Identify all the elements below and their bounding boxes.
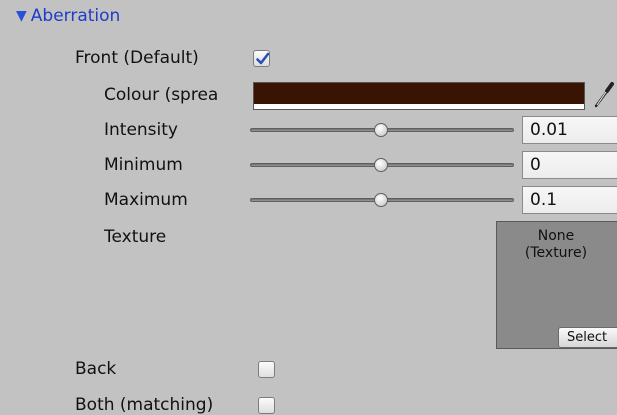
inspector-panel: ▼ Aberration Front (Default) Colour (spr… <box>0 0 617 415</box>
maximum-slider-thumb[interactable] <box>374 193 388 207</box>
section-title: Aberration <box>30 6 121 26</box>
back-label: Back <box>75 359 117 379</box>
aberration-foldout[interactable]: ▼ Aberration <box>16 6 120 26</box>
texture-select-button[interactable]: Select <box>558 327 617 348</box>
both-matching-checkbox[interactable] <box>258 397 275 414</box>
both-matching-label: Both (matching) <box>75 395 214 415</box>
foldout-triangle-icon[interactable]: ▼ <box>16 8 27 24</box>
back-checkbox[interactable] <box>258 361 275 378</box>
eyedropper-icon[interactable] <box>592 80 617 114</box>
front-default-checkbox[interactable] <box>253 50 270 67</box>
intensity-input[interactable]: 0.01 <box>522 116 617 144</box>
colour-field[interactable] <box>253 82 585 110</box>
colour-label: Colour (sprea <box>104 85 219 105</box>
maximum-input[interactable]: 0.1 <box>522 186 617 214</box>
intensity-slider-thumb[interactable] <box>374 123 388 137</box>
texture-label: Texture <box>104 227 167 247</box>
texture-type-text: (Texture) <box>524 245 588 261</box>
colour-alpha-bar <box>254 104 584 109</box>
intensity-label: Intensity <box>104 120 178 140</box>
checkmark-icon <box>256 52 270 65</box>
colour-swatch <box>254 83 584 104</box>
minimum-slider-thumb[interactable] <box>374 158 388 172</box>
front-default-label: Front (Default) <box>75 48 199 68</box>
minimum-input[interactable]: 0 <box>522 151 617 179</box>
maximum-label: Maximum <box>104 190 188 210</box>
minimum-label: Minimum <box>104 155 183 175</box>
texture-none-text: None <box>537 228 575 244</box>
